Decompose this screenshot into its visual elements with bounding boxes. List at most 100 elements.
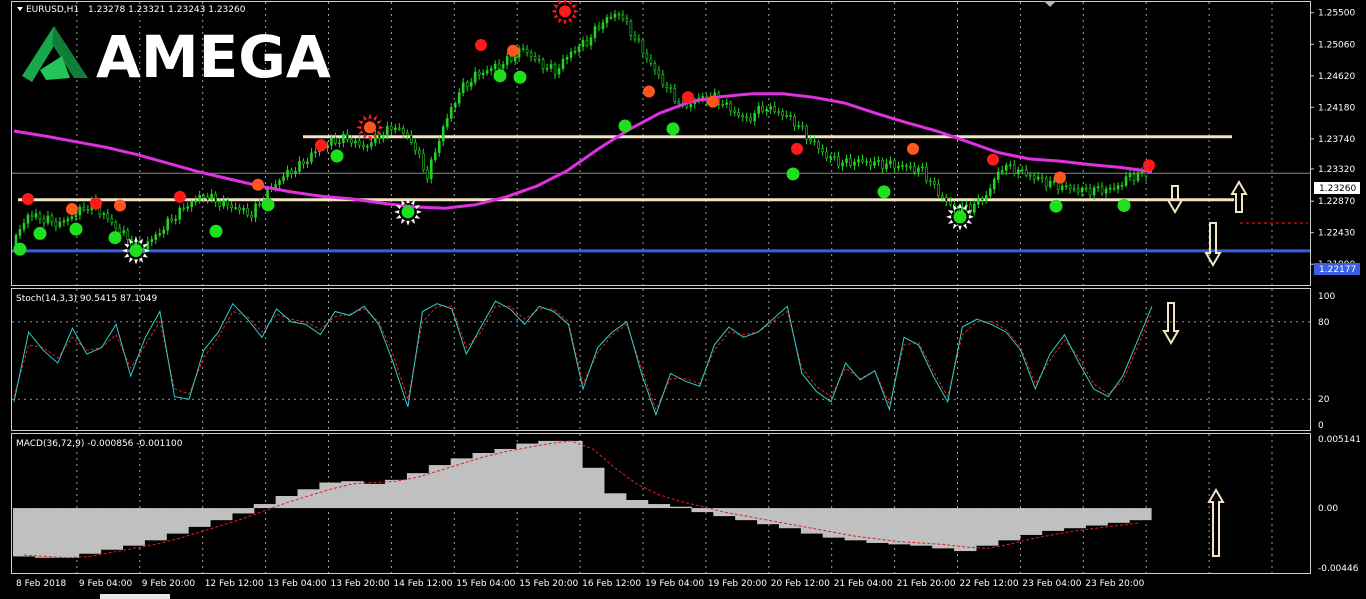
candle-body (829, 156, 832, 159)
candle-body (154, 234, 158, 240)
candle-body (857, 159, 860, 163)
candle-body (581, 40, 585, 47)
sell-signal-dot (66, 203, 78, 216)
candle-body (817, 141, 820, 149)
candle-body (909, 166, 912, 168)
candle-body (541, 59, 545, 69)
price-tick-label: 1.23740 (1318, 135, 1355, 145)
candle-body (905, 165, 908, 167)
candle-body (885, 163, 888, 169)
candle-body (210, 193, 213, 201)
candle-body (429, 159, 433, 179)
candle-body (757, 105, 760, 114)
candle-body (773, 106, 776, 112)
buy-signal-dot (129, 244, 143, 258)
candle-body (342, 133, 345, 143)
candle-body (362, 144, 365, 147)
candle-body (54, 220, 58, 227)
candle-body (425, 169, 429, 179)
candle-body (1060, 185, 1064, 190)
candle-body (1032, 175, 1036, 180)
x-tick-label: 14 Feb 12:00 (393, 579, 452, 589)
candle-body (761, 105, 764, 112)
candle-body (813, 140, 816, 143)
candle-body (106, 213, 110, 220)
candle-body (577, 46, 581, 52)
candle-body (797, 125, 800, 128)
candle-body (980, 198, 984, 201)
candle-body (1120, 185, 1124, 187)
candle-body (861, 159, 864, 162)
x-tick-label: 9 Feb 04:00 (79, 579, 133, 589)
candle-body (585, 40, 589, 46)
candle-body (853, 161, 856, 166)
candle-body (102, 213, 106, 215)
candle-body (661, 74, 665, 86)
sell-signal-dot (174, 190, 186, 203)
candle-body (190, 201, 193, 208)
buy-signal-dot (493, 69, 507, 83)
sell-signal-dot (682, 91, 694, 104)
candle-body (657, 69, 661, 76)
candle-body (30, 214, 34, 218)
candle-body (729, 102, 733, 112)
price-tick-label: 1.24180 (1318, 103, 1355, 113)
bottom-scroll-strip[interactable] (100, 594, 170, 599)
macd-histogram-bar (13, 508, 36, 557)
candle-body (178, 207, 182, 220)
candle-body (569, 51, 573, 58)
sell-signal-dot (252, 178, 264, 191)
candle-body (1064, 185, 1068, 188)
svg-text:1.22177: 1.22177 (1319, 265, 1356, 275)
candle-body (533, 56, 537, 60)
buy-signal-dot (69, 222, 83, 236)
candle-body (621, 14, 625, 20)
candle-body (158, 233, 162, 236)
candle-body (1076, 188, 1080, 193)
macd-histogram-bar (625, 500, 649, 509)
candle-body (314, 151, 317, 154)
candle-body (845, 158, 848, 164)
macd-histogram-bar (1063, 508, 1086, 529)
buy-signal-dot (877, 185, 891, 199)
candle-body (457, 92, 461, 104)
x-tick-label: 13 Feb 04:00 (268, 579, 327, 589)
candle-body (170, 218, 174, 221)
macd-histogram-bar (100, 508, 124, 550)
candle-body (433, 152, 437, 161)
candle-body (382, 135, 385, 139)
macd-histogram-bar (122, 508, 145, 546)
candle-body (34, 213, 38, 218)
candle-body (689, 103, 693, 108)
candle-body (122, 230, 126, 234)
candle-body (613, 13, 617, 18)
buy-signal-dot (513, 70, 527, 84)
macd-histogram-bar (516, 443, 539, 509)
candle-body (1112, 187, 1116, 190)
x-tick-label: 22 Feb 12:00 (960, 579, 1019, 589)
candle-body (545, 68, 549, 70)
candle-body (242, 208, 245, 211)
candle-body (206, 196, 209, 201)
candle-body (1040, 176, 1044, 180)
stoch-title: Stoch(14,3,3) 90.5415 87.1049 (16, 294, 157, 304)
price-tick-label: 1.25500 (1318, 9, 1355, 19)
candle-body (86, 209, 90, 211)
candle-body (996, 171, 1000, 180)
buy-signal-dot (1117, 198, 1131, 212)
candle-body (777, 111, 780, 113)
macd-histogram-bar (231, 508, 255, 514)
x-tick-label: 21 Feb 20:00 (897, 579, 956, 589)
candle-body (398, 127, 401, 130)
x-tick-label: 23 Feb 20:00 (1085, 579, 1144, 589)
price-tick-label: 1.25060 (1318, 40, 1355, 50)
candle-body (214, 193, 217, 203)
candle-body (437, 140, 441, 153)
sell-signal-dot (507, 44, 519, 57)
sell-signal-dot (315, 139, 327, 152)
buy-signal-dot (330, 149, 344, 163)
current-price-tag: 1.23260 (1314, 182, 1360, 194)
candle-body (1068, 185, 1072, 190)
buy-signal-dot (401, 205, 415, 219)
candle-body (18, 229, 22, 236)
